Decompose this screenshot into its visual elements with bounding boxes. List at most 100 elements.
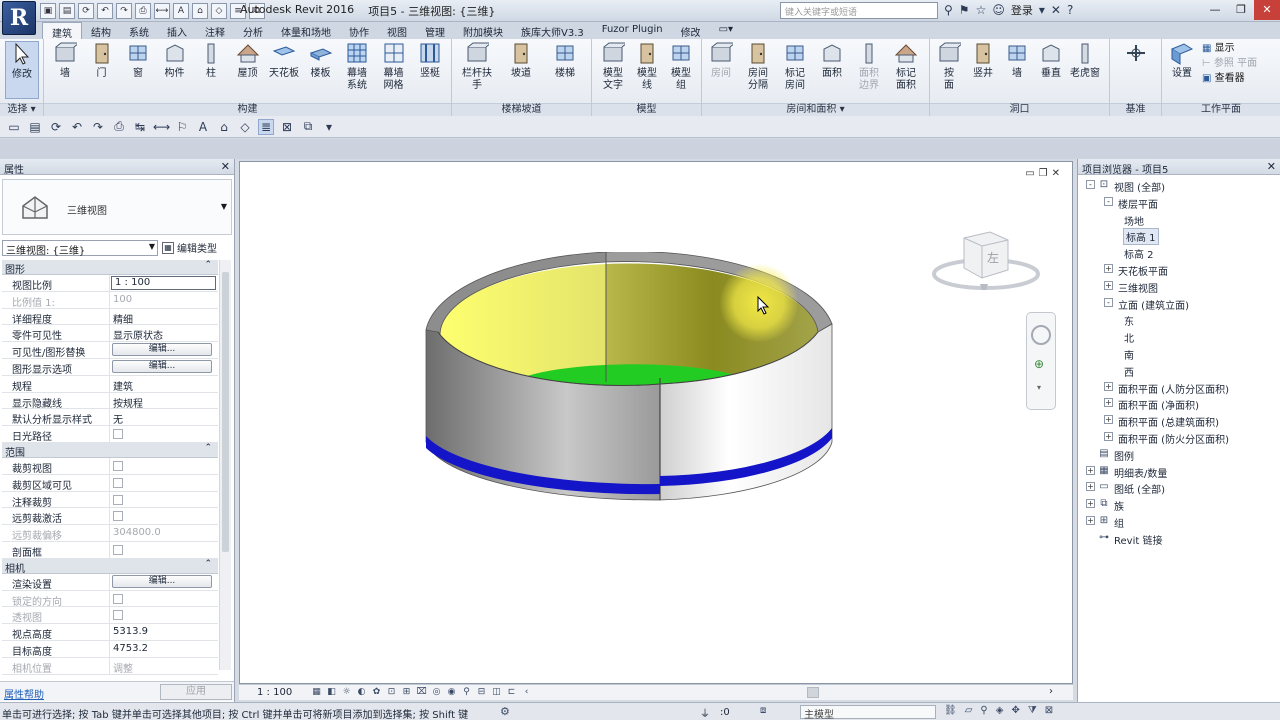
section-icon[interactable]: ◇ bbox=[211, 3, 227, 19]
filter-icon[interactable]: ⏚ bbox=[700, 705, 710, 720]
expand-icon[interactable]: + bbox=[1104, 263, 1113, 273]
close-view-icon[interactable]: ✕ bbox=[1052, 168, 1060, 179]
edit-button[interactable]: 编辑... bbox=[112, 359, 212, 373]
scroll-left-icon[interactable]: ‹ bbox=[521, 687, 532, 698]
open-button-0[interactable]: 按 面 bbox=[932, 41, 966, 92]
switch-windows-icon[interactable]: ⧉ bbox=[300, 119, 316, 134]
show-crop-icon[interactable]: ⊞ bbox=[401, 687, 412, 698]
property-value[interactable]: 无 bbox=[110, 409, 218, 425]
tab-5[interactable]: 分析 bbox=[234, 22, 272, 39]
minimize-view-icon[interactable]: ▭ bbox=[1025, 168, 1034, 179]
tree-item[interactable]: 东 bbox=[1078, 311, 1280, 328]
3d-view-icon[interactable]: ⌂ bbox=[192, 3, 208, 19]
tree-item[interactable]: + 面积平面 (防火分区面积) bbox=[1078, 429, 1280, 446]
tree-item[interactable]: 北 bbox=[1078, 328, 1280, 345]
expand-icon[interactable]: + bbox=[1086, 499, 1095, 509]
tree-item[interactable]: ⊶ Revit 链接 bbox=[1078, 530, 1280, 547]
expand-icon[interactable]: + bbox=[1104, 398, 1113, 408]
undo-icon[interactable]: ↶ bbox=[69, 120, 85, 134]
property-value[interactable]: 建筑 bbox=[110, 376, 218, 392]
tree-item[interactable]: 西 bbox=[1078, 362, 1280, 379]
type-selector[interactable]: 三维视图 ▼ bbox=[2, 179, 232, 235]
property-checkbox[interactable] bbox=[113, 494, 123, 505]
worksharing-icon[interactable]: ⚙ bbox=[500, 705, 510, 718]
build-button-3[interactable]: 构件 bbox=[158, 41, 192, 80]
property-checkbox[interactable] bbox=[113, 511, 123, 522]
build-button-10[interactable]: 竖梃 bbox=[413, 41, 447, 80]
collapse-icon[interactable]: - bbox=[1104, 297, 1113, 307]
open-button-1[interactable]: 竖井 bbox=[966, 41, 1000, 80]
tree-item[interactable]: + 面积平面 (净面积) bbox=[1078, 395, 1280, 412]
close-button[interactable]: ✕ bbox=[1254, 0, 1280, 20]
drag-on-select-icon[interactable]: ✥ bbox=[1011, 705, 1019, 716]
tab-12[interactable]: Fuzor Plugin bbox=[593, 22, 672, 39]
close-icon[interactable]: ✕ bbox=[221, 160, 230, 173]
tab-7[interactable]: 协作 bbox=[340, 22, 378, 39]
expand-icon[interactable]: + bbox=[1104, 431, 1113, 441]
save-file-icon[interactable]: ▤ bbox=[27, 120, 43, 134]
expand-icon[interactable]: + bbox=[1104, 415, 1113, 425]
tab-9[interactable]: 管理 bbox=[416, 22, 454, 39]
expand-icon[interactable]: + bbox=[1086, 482, 1095, 492]
tree-item[interactable]: - ⊡ 视图 (全部) bbox=[1078, 177, 1280, 194]
room-button-3[interactable]: 面积 bbox=[815, 41, 849, 80]
scroll-thumb[interactable] bbox=[222, 272, 229, 552]
build-button-4[interactable]: 柱 bbox=[194, 41, 228, 80]
redo-icon[interactable]: ↷ bbox=[116, 3, 132, 19]
property-group-header[interactable]: 相机 ⌃ bbox=[2, 558, 218, 575]
tab-10[interactable]: 附加模块 bbox=[454, 22, 512, 39]
binoculars-icon[interactable]: ⚲ bbox=[944, 3, 953, 17]
tree-item[interactable]: - 立面 (建筑立面) bbox=[1078, 295, 1280, 312]
edit-button[interactable]: 编辑... bbox=[112, 574, 212, 588]
build-button-9[interactable]: 幕墙 网格 bbox=[377, 41, 411, 92]
room-button-2[interactable]: 标记 房间 bbox=[778, 41, 812, 92]
ribbon-toggle-icon[interactable]: ▭▾ bbox=[710, 22, 742, 39]
print-icon[interactable]: ⎙ bbox=[111, 119, 127, 134]
expand-icon[interactable]: + bbox=[1104, 381, 1113, 391]
zoom-icon[interactable]: ⊕ bbox=[1034, 357, 1044, 371]
tree-item[interactable]: + ⊞ 组 bbox=[1078, 513, 1280, 530]
scroll-right-icon[interactable]: › bbox=[1049, 686, 1053, 697]
room-area-panel-label[interactable]: 房间和面积 ▾ bbox=[702, 103, 929, 116]
text-tool-icon[interactable]: A bbox=[195, 120, 211, 134]
nav-options-icon[interactable]: ▾ bbox=[1037, 383, 1041, 392]
properties-help-link[interactable]: 属性帮助 bbox=[4, 686, 44, 701]
property-value[interactable]: 按规程 bbox=[110, 393, 218, 409]
tree-item[interactable]: 标高 2 bbox=[1078, 244, 1280, 261]
properties-scrollbar[interactable] bbox=[219, 260, 231, 670]
design-option-dropdown[interactable]: 主模型 bbox=[800, 705, 936, 720]
default-3d-icon[interactable]: ⌂ bbox=[216, 120, 232, 134]
close-hidden-icon[interactable]: ⊠ bbox=[279, 120, 295, 134]
revit-logo-icon[interactable]: R bbox=[2, 1, 36, 35]
tab-13[interactable]: 修改 bbox=[672, 22, 710, 39]
open-button-2[interactable]: 墙 bbox=[1000, 41, 1034, 80]
reveal-constraints-icon[interactable]: ⊏ bbox=[506, 687, 517, 698]
aligned-dimension-icon[interactable]: ↹ bbox=[132, 120, 148, 134]
tab-1[interactable]: 结构 bbox=[82, 22, 120, 39]
tab-11[interactable]: 族库大师V3.3 bbox=[512, 22, 593, 39]
property-value[interactable]: 显示原状态 bbox=[110, 325, 218, 341]
property-checkbox[interactable] bbox=[113, 429, 123, 440]
open-button-3[interactable]: 垂直 bbox=[1034, 41, 1068, 80]
temp-hide-icon[interactable]: ◎ bbox=[431, 687, 442, 698]
property-group-header[interactable]: 图形 ⌃ bbox=[2, 260, 218, 276]
tab-3[interactable]: 插入 bbox=[158, 22, 196, 39]
build-button-7[interactable]: 楼板 bbox=[304, 41, 338, 80]
measure-icon[interactable]: ⟷ bbox=[153, 120, 170, 134]
tab-6[interactable]: 体量和场地 bbox=[272, 22, 340, 39]
build-button-2[interactable]: 窗 bbox=[121, 41, 155, 80]
tree-item[interactable]: 场地 bbox=[1078, 211, 1280, 228]
ref-plane-button[interactable]: ⊢ 参照 平面 bbox=[1202, 56, 1257, 71]
tree-item[interactable]: + 三维视图 bbox=[1078, 278, 1280, 295]
collapse-icon[interactable]: ⌃ bbox=[204, 443, 212, 453]
show-work-plane-button[interactable]: ▦ 显示 bbox=[1202, 41, 1257, 56]
sync-central-icon[interactable]: ⟳ bbox=[48, 120, 64, 134]
open-file-icon[interactable]: ▭ bbox=[6, 120, 22, 134]
instance-filter-dropdown[interactable]: 三维视图: {三维} ▼ bbox=[2, 240, 158, 257]
property-checkbox[interactable] bbox=[113, 460, 123, 471]
collapse-icon[interactable]: ⌃ bbox=[204, 260, 212, 270]
detail-level-icon[interactable]: ▦ bbox=[311, 687, 322, 698]
view-scale[interactable]: 1 : 100 bbox=[257, 687, 307, 698]
save-icon[interactable]: ▤ bbox=[59, 3, 75, 19]
property-checkbox[interactable] bbox=[113, 477, 123, 488]
